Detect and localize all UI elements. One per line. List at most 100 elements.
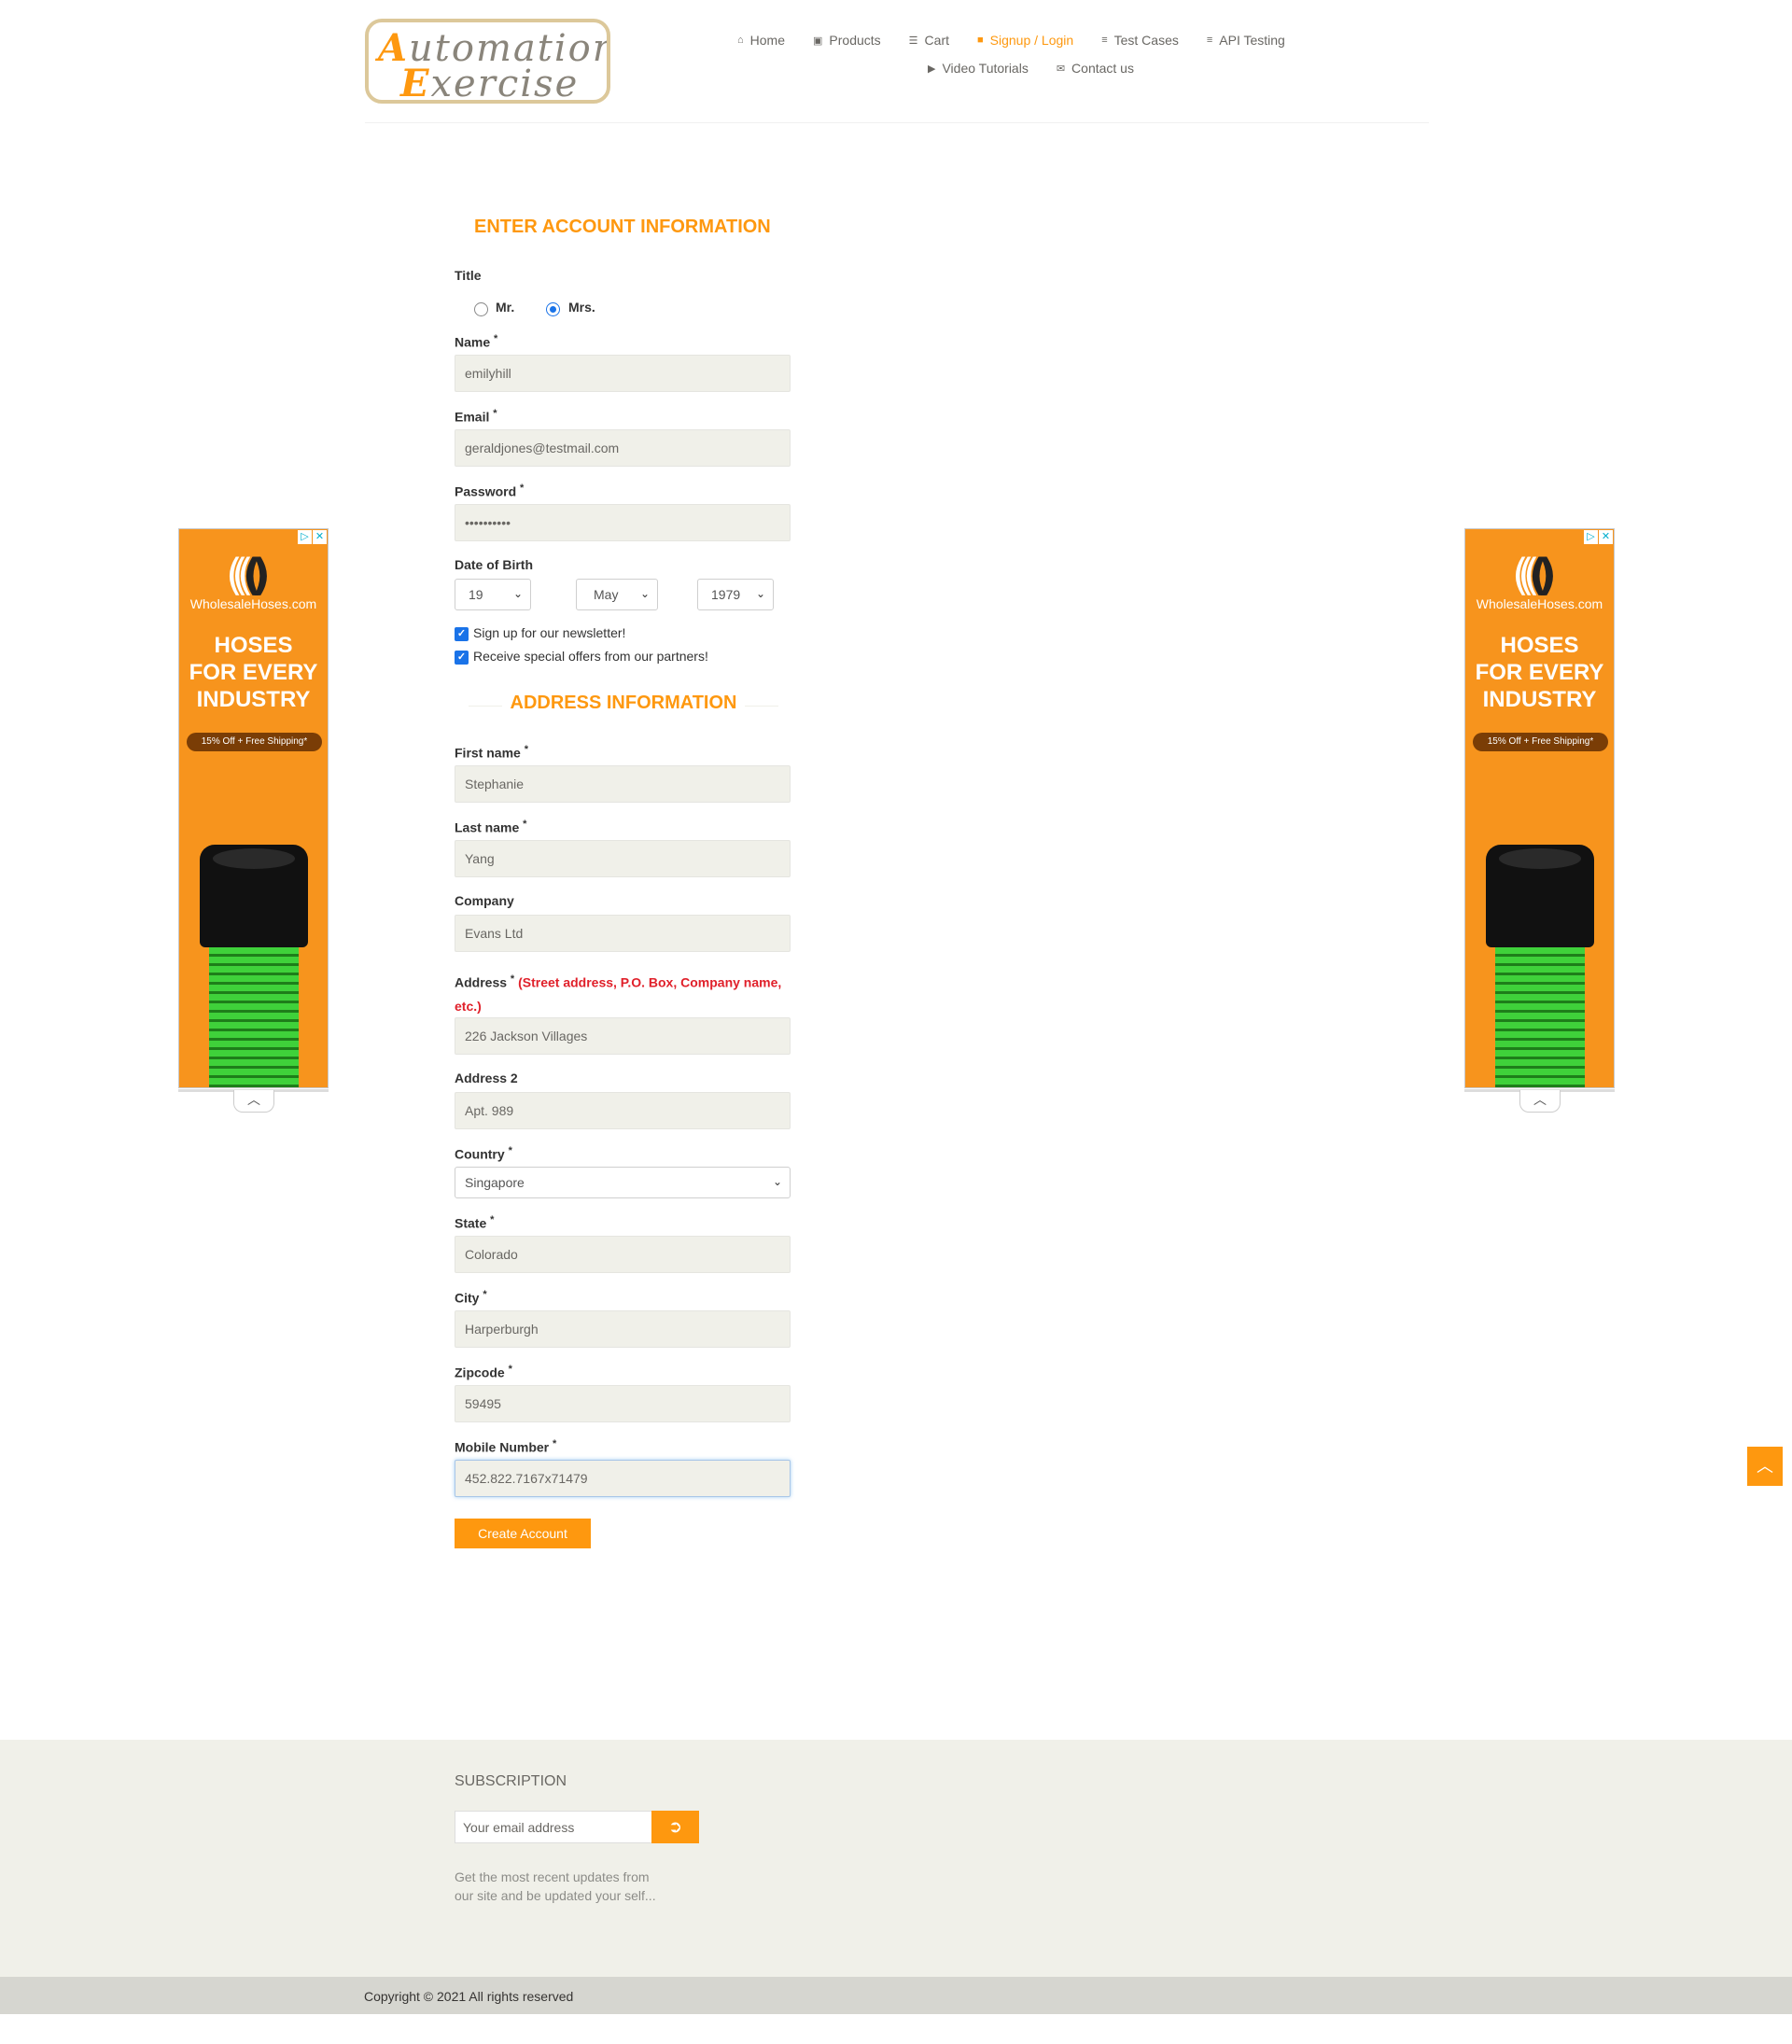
newsletter-label: Sign up for our newsletter! bbox=[473, 625, 626, 640]
first-name-input[interactable]: Stephanie bbox=[455, 765, 791, 803]
password-input[interactable]: •••••••••• bbox=[455, 504, 791, 541]
main-nav: ⌂ Home ▣ Products ☰ Cart ■ Signup / Login ≡ T… bbox=[737, 26, 1344, 82]
address-hint-cont: etc.) bbox=[455, 998, 482, 1014]
ad-headline: HOSES FOR EVERY INDUSTRY bbox=[1475, 633, 1604, 712]
form-title: ENTER ACCOUNT INFORMATION bbox=[474, 217, 771, 237]
nav-row-1: ⌂ Home ▣ Products ☰ Cart ■ Signup / Login ≡ T… bbox=[737, 26, 1344, 54]
chevron-up-icon[interactable]: ︿ bbox=[233, 1090, 274, 1113]
address-title: ADDRESS INFORMATION bbox=[510, 693, 737, 713]
chevron-down-icon: ⌄ bbox=[512, 587, 523, 600]
radio-mr[interactable] bbox=[474, 302, 488, 316]
email-input[interactable]: geraldjones@testmail.com bbox=[455, 429, 791, 467]
nav-api-testing[interactable]: ≡ API Testing bbox=[1207, 33, 1285, 48]
hose-body bbox=[209, 947, 299, 1087]
nav-products[interactable]: ▣ Products bbox=[813, 33, 881, 48]
copyright: Copyright © 2021 All rights reserved bbox=[364, 1989, 574, 2004]
name-input[interactable]: emilyhill bbox=[455, 355, 791, 392]
country-label: Country * bbox=[455, 1145, 512, 1162]
hose-coil-icon: (((() bbox=[1512, 550, 1557, 600]
title-label: Title bbox=[455, 268, 482, 283]
home-icon: ⌂ bbox=[737, 35, 744, 46]
ad-controls: ▷ ✕ bbox=[1584, 530, 1613, 544]
arrow-circle-right-icon: ➲ bbox=[667, 1817, 683, 1836]
list-icon: ≡ bbox=[1101, 35, 1108, 46]
ad-promo: 15% Off + Free Shipping* bbox=[187, 733, 322, 751]
nav-row-2: ▶ Video Tutorials ✉ Contact us bbox=[737, 54, 1344, 82]
youtube-icon: ▶ bbox=[928, 63, 936, 75]
offers-label: Receive special offers from our partners… bbox=[473, 649, 708, 664]
last-name-label: Last name * bbox=[455, 819, 527, 835]
subscription-title: SUBSCRIPTION bbox=[455, 1773, 567, 1789]
ad-headline: HOSES FOR EVERY INDUSTRY bbox=[189, 633, 318, 712]
state-label: State * bbox=[455, 1214, 495, 1231]
radio-mrs[interactable] bbox=[546, 302, 560, 316]
subscribe-email-input[interactable]: Your email address bbox=[455, 1811, 652, 1843]
cart-icon: ☰ bbox=[908, 35, 918, 47]
mobile-input[interactable]: 452.822.7167x71479 bbox=[455, 1460, 791, 1497]
zipcode-input[interactable]: 59495 bbox=[455, 1385, 791, 1422]
adchoices-icon[interactable]: ▷ bbox=[1584, 530, 1598, 544]
address-hint: (Street address, P.O. Box, Company name, bbox=[518, 974, 782, 990]
chevron-up-icon: ︿ bbox=[1757, 1457, 1773, 1476]
city-label: City * bbox=[455, 1289, 487, 1306]
create-account-button[interactable]: Create Account bbox=[455, 1519, 591, 1548]
hose-rim bbox=[213, 848, 295, 869]
radio-mrs-label: Mrs. bbox=[568, 300, 595, 315]
chevron-down-icon: ⌄ bbox=[639, 587, 650, 600]
close-icon[interactable]: ✕ bbox=[1599, 530, 1613, 544]
last-name-input[interactable]: Yang bbox=[455, 840, 791, 877]
radio-mr-label: Mr. bbox=[496, 300, 515, 315]
dob-year-select[interactable]: 1979 ⌄ bbox=[697, 579, 774, 610]
subscription-text: Get the most recent updates from our site… bbox=[455, 1869, 656, 1903]
dob-day-select[interactable]: 19 ⌄ bbox=[455, 579, 531, 610]
lock-icon: ■ bbox=[977, 35, 984, 46]
nav-home[interactable]: ⌂ Home bbox=[737, 33, 785, 48]
site-logo[interactable]: Automation Exercise bbox=[365, 19, 610, 104]
offers-checkbox[interactable]: ✓ bbox=[455, 651, 469, 665]
nav-test-cases[interactable]: ≡ Test Cases bbox=[1101, 33, 1179, 48]
country-select[interactable]: Singapore ⌄ bbox=[455, 1167, 791, 1198]
ad-banner-right[interactable]: ▷ ✕ (((() WholesaleHoses.com HOSES FOR EVE… bbox=[1464, 528, 1615, 1088]
hose-rim bbox=[1499, 848, 1581, 869]
footer-bottom bbox=[0, 1977, 1792, 2014]
first-name-label: First name * bbox=[455, 744, 528, 761]
ad-banner-left[interactable]: ▷ ✕ (((() WholesaleHoses.com HOSES FOR EVE… bbox=[178, 528, 329, 1088]
company-label: Company bbox=[455, 893, 514, 908]
dob-month-select[interactable]: May ⌄ bbox=[576, 579, 658, 610]
chevron-down-icon: ⌄ bbox=[772, 1175, 782, 1188]
chevron-up-icon[interactable]: ︿ bbox=[1519, 1090, 1561, 1113]
scroll-to-top-button[interactable]: ︿ bbox=[1747, 1447, 1783, 1486]
address2-label: Address 2 bbox=[455, 1071, 518, 1085]
nav-cart[interactable]: ☰ Cart bbox=[909, 33, 949, 48]
nav-video-tutorials[interactable]: ▶ Video Tutorials bbox=[928, 61, 1029, 76]
city-input[interactable]: Harperburgh bbox=[455, 1310, 791, 1348]
address-label: Address * (Street address, P.O. Box, Com… bbox=[455, 973, 782, 1014]
logo-line-2: Exercise bbox=[400, 62, 580, 104]
products-icon: ▣ bbox=[813, 35, 823, 47]
envelope-icon: ✉ bbox=[1056, 63, 1066, 75]
address2-input[interactable]: Apt. 989 bbox=[455, 1092, 791, 1129]
nav-signup-login[interactable]: ■ Signup / Login bbox=[977, 33, 1073, 48]
list-icon: ≡ bbox=[1206, 35, 1213, 46]
footer-widget bbox=[0, 1740, 1792, 1977]
company-input[interactable]: Evans Ltd bbox=[455, 915, 791, 952]
adchoices-icon[interactable]: ▷ bbox=[298, 530, 312, 544]
ad-brand: WholesaleHoses.com bbox=[189, 596, 317, 611]
state-input[interactable]: Colorado bbox=[455, 1236, 791, 1273]
name-label: Name * bbox=[455, 333, 498, 350]
address-input[interactable]: 226 Jackson Villages bbox=[455, 1017, 791, 1055]
ad-brand: WholesaleHoses.com bbox=[1476, 596, 1603, 611]
subscribe-button[interactable]: ➲ bbox=[651, 1811, 699, 1843]
password-label: Password * bbox=[455, 483, 525, 499]
mobile-label: Mobile Number * bbox=[455, 1438, 557, 1455]
email-label: Email * bbox=[455, 408, 497, 425]
newsletter-checkbox[interactable]: ✓ bbox=[455, 627, 469, 641]
hose-coil-icon: (((() bbox=[226, 550, 271, 600]
nav-contact-us[interactable]: ✉ Contact us bbox=[1057, 61, 1134, 76]
ad-promo: 15% Off + Free Shipping* bbox=[1473, 733, 1608, 751]
dob-label: Date of Birth bbox=[455, 557, 533, 572]
header-divider bbox=[365, 122, 1429, 123]
close-icon[interactable]: ✕ bbox=[313, 530, 327, 544]
zipcode-label: Zipcode * bbox=[455, 1364, 512, 1380]
hose-body bbox=[1495, 947, 1585, 1087]
